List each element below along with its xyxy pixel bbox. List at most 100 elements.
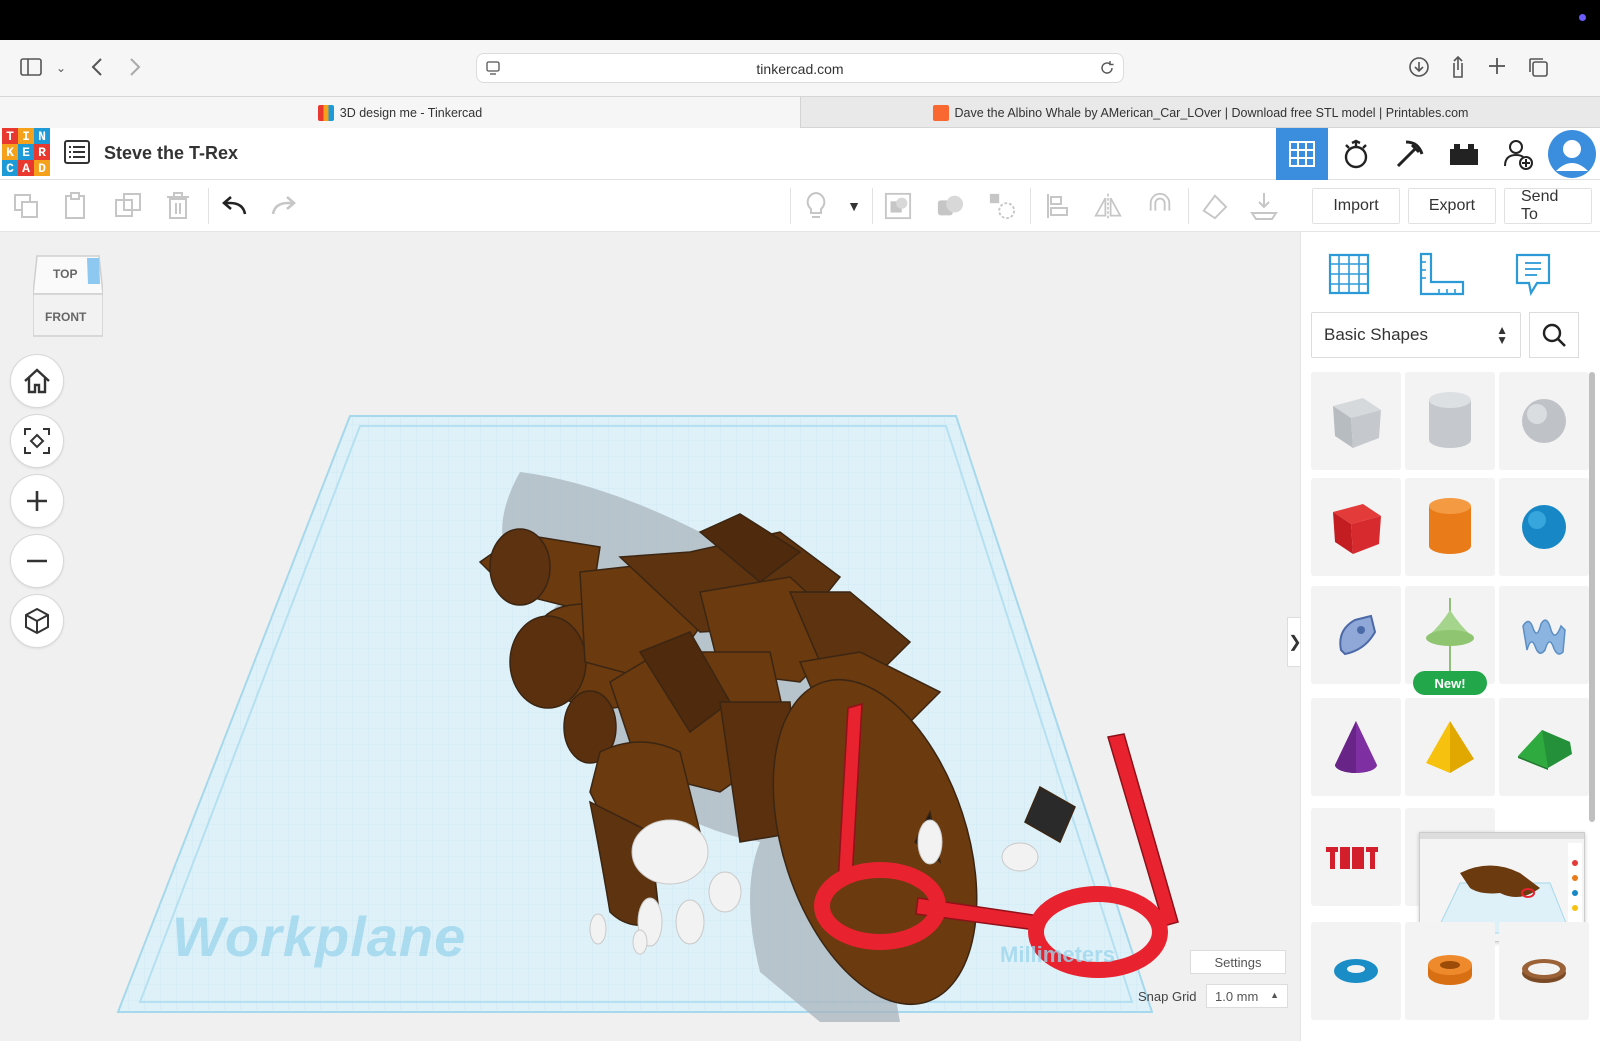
shape-generator[interactable] [1405,586,1495,684]
invite-user-button[interactable] [1492,128,1544,180]
drop-to-workplane-icon[interactable] [1250,192,1278,220]
shape-torus[interactable] [1311,922,1401,1020]
toolbar-divider [208,188,209,224]
shape-pyramid[interactable] [1405,698,1495,796]
sphere-transparent-icon [1522,399,1566,443]
cylinder-icon [1429,498,1471,554]
shape-sphere[interactable] [1499,478,1589,576]
ungroup-icon[interactable] [936,192,964,220]
logo-letter: C [2,160,18,176]
printables-favicon-icon [932,104,949,121]
mirror-icon[interactable] [1094,192,1122,220]
export-button[interactable]: Export [1408,188,1496,224]
design-title[interactable]: Steve the T-Rex [104,143,238,164]
blocks-button[interactable] [1438,128,1490,180]
toolbar-divider [790,188,791,224]
zoom-in-button[interactable] [10,474,64,528]
workplane-tool-button[interactable] [1321,246,1377,302]
tab-title: 3D design me - Tinkercad [339,105,483,120]
fit-view-button[interactable] [10,414,64,468]
align-icon[interactable] [1044,192,1072,220]
address-bar[interactable]: tinkercad.com [476,53,1124,83]
fit-all-icon [24,428,50,454]
torus-icon [1334,959,1378,983]
tinkercad-logo[interactable]: TINKERCAD [2,128,50,176]
design-list-icon[interactable] [64,140,90,169]
shape-sphere-hole[interactable] [1499,372,1589,470]
workplane-label: Workplane [172,905,467,968]
chevron-right-icon: ❯ [1288,632,1300,652]
copy-icon[interactable] [12,192,40,220]
tab-printables[interactable]: Dave the Albino Whale by AMerican_Car_LO… [800,97,1600,128]
collapse-panel-button[interactable]: ❯ [1287,617,1300,667]
redo-icon[interactable] [270,192,298,220]
shape-box[interactable] [1311,478,1401,576]
ruler-icon [1419,252,1465,296]
undo-icon[interactable] [220,192,248,220]
tab-title: Dave the Albino Whale by AMerican_Car_LO… [954,105,1469,120]
back-arrow-icon[interactable] [90,57,104,81]
shape-box-hole[interactable] [1311,372,1401,470]
shape-cylinder[interactable] [1405,478,1495,576]
notes-tool-button[interactable] [1505,246,1561,302]
cruise-icon[interactable] [988,192,1016,220]
shape-tube[interactable] [1405,922,1495,1020]
chevron-down-icon[interactable]: ⌄ [56,58,66,78]
logo-letter: I [18,128,34,144]
grid-icon [1289,141,1315,167]
scribble-pen-icon [1339,614,1377,656]
ruler-tool-button[interactable] [1413,246,1469,302]
tab-tinkercad[interactable]: 3D design me - Tinkercad [0,97,800,128]
workplane-magnet-icon[interactable] [1146,192,1174,220]
sim-lab-button[interactable] [1330,128,1382,180]
workplane-canvas[interactable]: TOP FRONT Workplane Millimeters Settings… [0,232,1300,1041]
perspective-toggle-button[interactable] [10,594,64,648]
send-to-button[interactable]: Send To [1504,188,1592,224]
logo-letter: E [18,144,34,160]
avatar[interactable] [1546,128,1598,180]
shape-cone[interactable] [1311,698,1401,796]
zoom-out-button[interactable] [10,534,64,588]
settings-button[interactable]: Settings [1190,950,1286,974]
snap-grid-value: 1.0 mm [1215,988,1259,1004]
shape-library-select[interactable]: Basic Shapes ▲ ▼ [1311,312,1521,358]
logo-letter: A [18,160,34,176]
snap-grid-select[interactable]: 1.0 mm ▲ [1206,984,1288,1008]
new-tab-plus-icon[interactable] [1487,56,1507,80]
panel-scrollbar[interactable] [1589,372,1595,822]
shape-text[interactable] [1311,808,1401,906]
shape-roof[interactable] [1499,698,1589,796]
shape-scribble[interactable] [1311,586,1401,684]
group-icon[interactable] [884,192,912,220]
caret-down-icon[interactable]: ▼ [840,192,868,220]
3d-design-view-button[interactable] [1276,128,1328,180]
shape-text-script[interactable] [1499,586,1589,684]
roof-icon [1518,730,1572,770]
paste-icon[interactable] [62,192,90,220]
workplane-grid-icon [1328,253,1370,295]
trash-icon[interactable] [164,192,192,220]
ruler-note-icon[interactable] [1200,192,1228,220]
shape-cylinder-hole[interactable] [1405,372,1495,470]
view-cube[interactable]: TOP FRONT [33,254,103,338]
sidebar-toggle-icon[interactable] [20,58,42,80]
shape-tube-ring[interactable] [1499,922,1589,1020]
share-icon[interactable] [1448,55,1468,83]
duplicate-icon[interactable] [114,192,142,220]
logo-letter: D [34,160,50,176]
pickaxe-icon [1396,140,1424,168]
shape-search-button[interactable] [1529,312,1579,358]
new-badge: New! [1413,671,1487,695]
download-icon[interactable] [1408,56,1430,82]
tab-overview-icon[interactable] [1527,56,1549,82]
wavy-shape-icon [1522,619,1566,655]
import-button[interactable]: Import [1312,188,1400,224]
pyramid-icon [1426,721,1474,773]
forward-arrow-icon[interactable] [128,57,142,81]
view-cube-front-label[interactable]: FRONT [45,310,86,324]
view-cube-top-label[interactable]: TOP [53,267,77,281]
bricks-button[interactable] [1384,128,1436,180]
lightbulb-icon[interactable] [802,191,830,220]
home-view-button[interactable] [10,354,64,408]
reload-icon[interactable] [1099,60,1115,81]
